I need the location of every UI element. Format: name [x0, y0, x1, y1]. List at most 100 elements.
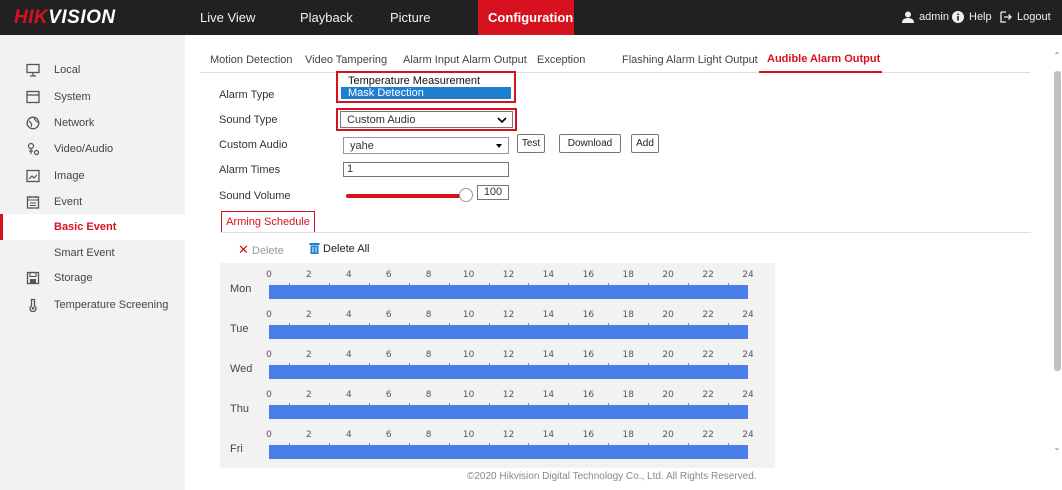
custom-audio-select[interactable]: yahe	[343, 137, 509, 154]
schedule-bar-tue[interactable]	[269, 325, 748, 339]
nav-playback[interactable]: Playback	[290, 0, 363, 35]
hour-tick-label: 20	[662, 310, 674, 320]
hour-tick-label: 24	[742, 310, 754, 320]
hour-tick-label: 10	[462, 390, 475, 400]
hour-tick-label: 16	[582, 350, 595, 360]
sidebar-item-basic-event[interactable]: Basic Event	[0, 214, 185, 240]
hour-tick-label: 10	[462, 270, 475, 280]
hour-tick-label: 12	[502, 350, 515, 360]
nav-live-view[interactable]: Live View	[190, 0, 265, 35]
hour-tick-label: 18	[622, 350, 634, 360]
download-button[interactable]: Download	[559, 134, 621, 153]
hour-tick-label: 10	[462, 350, 475, 360]
sound-type-select[interactable]: Custom Audio	[340, 111, 513, 128]
day-label: Thu	[230, 403, 249, 415]
tab-motion-detection[interactable]: Motion Detection	[210, 54, 293, 66]
hour-tick-label: 12	[502, 310, 515, 320]
schedule-bar-mon[interactable]	[269, 285, 748, 299]
schedule-bar-thu[interactable]	[269, 405, 748, 419]
hour-tick-label: 20	[662, 270, 674, 280]
sidebar-item-event[interactable]: Event	[0, 189, 185, 215]
hour-tick-label: 24	[742, 350, 754, 360]
logout-link[interactable]: Logout	[1000, 0, 1051, 35]
hour-tick-label: 6	[385, 270, 392, 280]
hour-tick-label: 22	[702, 350, 714, 360]
hour-tick-label: 0	[266, 310, 272, 320]
tab-alarm-output[interactable]: Alarm Output	[462, 54, 527, 66]
sound-volume-slider-track[interactable]	[346, 194, 464, 198]
alarm-type-option-mask-detection[interactable]: Mask Detection	[341, 87, 511, 99]
hour-tick-label: 12	[502, 390, 515, 400]
scroll-up-icon[interactable]: ⌃	[1052, 51, 1062, 60]
hour-tick-label: 10	[462, 310, 475, 320]
hour-tick-label: 0	[266, 270, 272, 280]
sound-volume-slider-handle[interactable]	[459, 188, 473, 202]
schedule-bar-wed[interactable]	[269, 365, 748, 379]
scroll-thumb[interactable]	[1054, 71, 1061, 371]
tab-video-tampering[interactable]: Video Tampering	[305, 54, 387, 66]
trash-icon	[309, 243, 320, 254]
hour-tick-label: 8	[425, 390, 432, 400]
video-audio-icon	[27, 142, 40, 156]
sidebar-item-smart-event[interactable]: Smart Event	[0, 240, 185, 266]
tab-alarm-input[interactable]: Alarm Input	[403, 54, 459, 66]
nav-picture[interactable]: Picture	[380, 0, 440, 35]
user-icon	[902, 11, 914, 24]
alarm-times-input[interactable]: 1	[343, 162, 509, 177]
user-menu[interactable]: admin	[902, 0, 949, 35]
hour-tick-label: 16	[582, 270, 595, 280]
hour-tick-label: 14	[542, 350, 555, 360]
hour-tick-label: 2	[306, 270, 312, 280]
scroll-down-icon[interactable]: ⌄	[1052, 443, 1062, 452]
sidebar-item-image[interactable]: Image	[0, 163, 185, 189]
hour-tick-label: 16	[582, 430, 595, 440]
hour-tick-label: 14	[542, 270, 555, 280]
tab-flashing-alarm-light-output[interactable]: Flashing Alarm Light Output	[622, 54, 758, 66]
hour-tick-label: 0	[266, 350, 272, 360]
hour-tick-label: 4	[345, 270, 352, 280]
hour-tick-label: 0	[266, 390, 272, 400]
sound-volume-input[interactable]: 100	[477, 185, 509, 200]
hour-tick-label: 18	[622, 310, 634, 320]
sidebar-item-storage[interactable]: Storage	[0, 265, 185, 291]
hour-tick-label: 14	[542, 310, 555, 320]
schedule-row-fri: 0 2 4 6 8 10 12 14 16 18 20 22 24 Fri	[220, 423, 775, 463]
sidebar-item-network[interactable]: Network	[0, 110, 185, 136]
arming-schedule-grid[interactable]: 0 2 4 6 8 10 12 14 16 18 20 22 24 Mon 0 2 4 6 8 10 12 14 16 18 2…	[220, 263, 775, 468]
hour-tick-label: 2	[306, 430, 312, 440]
dropdown-arrow-icon	[495, 138, 503, 159]
hour-tick-label: 8	[425, 350, 432, 360]
schedule-row-tue: 0 2 4 6 8 10 12 14 16 18 20 22 24 Tue	[220, 303, 775, 343]
hour-tick-label: 10	[462, 430, 475, 440]
custom-audio-label: Custom Audio	[219, 139, 288, 151]
hour-tick-label: 22	[702, 390, 714, 400]
tab-audible-alarm-output[interactable]: Audible Alarm Output	[767, 53, 880, 65]
day-label: Wed	[230, 363, 253, 375]
top-bar: HIKVISION Live View Playback Picture Con…	[0, 0, 1062, 35]
tab-arming-schedule[interactable]: Arming Schedule	[221, 211, 315, 233]
hour-tick-label: 4	[345, 390, 352, 400]
alarm-type-option-temperature[interactable]: Temperature Measurement	[341, 75, 511, 87]
hour-tick-label: 6	[385, 310, 392, 320]
event-tabs: Motion Detection Video Tampering Alarm I…	[200, 46, 1030, 73]
tab-exception[interactable]: Exception	[537, 54, 585, 66]
sidebar-item-temperature-screening[interactable]: Temperature Screening	[0, 292, 185, 318]
test-button[interactable]: Test	[517, 134, 545, 153]
sidebar-item-local[interactable]: Local	[0, 57, 185, 83]
sidebar-item-video-audio[interactable]: Video/Audio	[0, 136, 185, 162]
hour-tick-label: 24	[742, 270, 754, 280]
sound-type-label: Sound Type	[219, 114, 278, 126]
nav-configuration[interactable]: Configuration	[478, 0, 574, 35]
chevron-down-icon	[497, 112, 507, 133]
schedule-bar-fri[interactable]	[269, 445, 748, 459]
add-button[interactable]: Add	[631, 134, 659, 153]
hour-tick-label: 14	[542, 390, 555, 400]
delete-all-button[interactable]: Delete All	[309, 242, 369, 255]
delete-button[interactable]: ✕ Delete	[238, 242, 284, 258]
alarm-type-dropdown[interactable]: Temperature Measurement Mask Detection	[336, 71, 516, 103]
hour-tick-label: 8	[425, 430, 432, 440]
page-scrollbar[interactable]: ⌃ ⌄	[1052, 35, 1062, 490]
sidebar-item-system[interactable]: System	[0, 84, 185, 110]
hour-tick-label: 20	[662, 390, 674, 400]
help-link[interactable]: Help	[952, 0, 992, 35]
